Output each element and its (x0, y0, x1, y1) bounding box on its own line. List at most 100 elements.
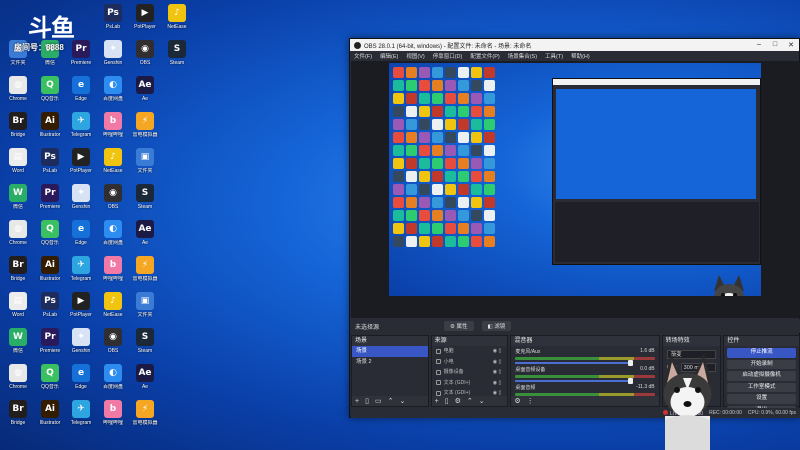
desktop-icon[interactable]: ✦ Genshin (66, 328, 96, 368)
desktop-icon[interactable]: ◐ 百度网盘 (98, 76, 128, 116)
desktop-icon[interactable]: Ai Illustrator (35, 112, 65, 152)
desktop-icon[interactable]: Ps PsLab (98, 4, 128, 44)
volume-slider[interactable] (515, 378, 633, 384)
visibility-lock-icon[interactable]: ◉ ▯ (493, 357, 502, 368)
desktop-icon[interactable]: ♪ NetEase (98, 292, 128, 332)
desktop-icon[interactable]: ◐ 百度网盘 (98, 220, 128, 260)
desktop-icon[interactable]: ⚡ 雷电模拟器 (130, 400, 160, 440)
move-up-icon[interactable]: ⌃ (388, 397, 394, 405)
minimize-icon[interactable]: – (751, 41, 767, 49)
desktop-icon[interactable]: ◍ Chrome (3, 76, 33, 116)
desktop-icon[interactable]: ▣ 文件夹 (130, 148, 160, 188)
visibility-lock-icon[interactable]: ◉ ▯ (493, 378, 502, 389)
desktop-icon[interactable]: S Steam (130, 328, 160, 368)
desktop-icon[interactable]: ✈ Telegram (66, 112, 96, 152)
desktop-icon[interactable]: Br Bridge (3, 256, 33, 296)
gear-icon[interactable]: ⚙ (455, 397, 461, 405)
filters-button[interactable]: ◧ 滤镜 (481, 321, 512, 331)
desktop-icon[interactable]: Ae Ae (130, 220, 160, 260)
maximize-icon[interactable]: □ (767, 41, 783, 49)
desktop-icon[interactable]: ⚡ 雷电模拟器 (130, 112, 160, 152)
desktop-icon[interactable]: e Edge (66, 76, 96, 116)
desktop-icon[interactable]: W 微信 (3, 184, 33, 224)
desktop-icon[interactable]: ✈ Telegram (66, 400, 96, 440)
desktop-icon[interactable]: Ps PsLab (35, 292, 65, 332)
more-icon[interactable]: ⋮ (527, 397, 534, 405)
move-down-icon[interactable]: ⌄ (399, 397, 405, 405)
menu-item[interactable]: 文件(F) (354, 52, 372, 60)
source-item[interactable]: 文本 (GDI+) ◉ ▯ (432, 378, 508, 389)
desktop-icon[interactable]: ◉ OBS (98, 184, 128, 224)
gear-icon[interactable]: ⚙ (514, 397, 520, 405)
desktop-icon[interactable]: ▶ PotPlayer (130, 4, 160, 44)
control-button[interactable]: 停止推流 (727, 348, 797, 358)
add-icon[interactable]: + (435, 398, 439, 405)
visibility-lock-icon[interactable]: ◉ ▯ (493, 346, 502, 357)
desktop-icon[interactable]: Q QQ音乐 (35, 220, 65, 260)
menu-item[interactable]: 编辑(E) (380, 52, 398, 60)
add-icon[interactable]: + (355, 398, 359, 405)
desktop-icon[interactable]: W 微信 (3, 328, 33, 368)
menu-item[interactable]: 帮助(H) (571, 52, 590, 60)
desktop-icon[interactable]: ▶ PotPlayer (66, 292, 96, 332)
desktop-icon[interactable]: b 哔哩哔哩 (98, 400, 128, 440)
desktop-icon[interactable]: Br Bridge (3, 400, 33, 440)
desktop-icon[interactable]: ◍ Chrome (3, 220, 33, 260)
desktop-icon[interactable]: ▤ Word (3, 292, 33, 332)
move-down-icon[interactable]: ⌄ (479, 397, 485, 405)
desktop-icon[interactable]: ✈ Telegram (66, 256, 96, 296)
desktop-icon[interactable]: S Steam (130, 184, 160, 224)
desktop-icon[interactable]: Ai Illustrator (35, 400, 65, 440)
desktop-icon[interactable]: ♪ NetEase (162, 4, 192, 44)
desktop-icon[interactable]: Pr Premiere (35, 328, 65, 368)
desktop-icon[interactable]: Ai Illustrator (35, 256, 65, 296)
desktop-icon[interactable]: ▤ Word (3, 148, 33, 188)
desktop-icon[interactable]: ◐ 百度网盘 (98, 364, 128, 404)
menu-item[interactable]: 视图(V) (406, 52, 424, 60)
desktop-icon[interactable]: ♪ NetEase (98, 148, 128, 188)
scene-item[interactable]: 场景 2 (352, 357, 428, 368)
desktop-icon[interactable]: Ae Ae (130, 364, 160, 404)
title-bar[interactable]: OBS 28.0.1 (64-bit, windows) - 配置文件: 未命名… (350, 39, 799, 51)
delete-icon[interactable]: ▯ (445, 397, 449, 405)
obs-window[interactable]: OBS 28.0.1 (64-bit, windows) - 配置文件: 未命名… (349, 38, 800, 418)
control-button[interactable]: 工作室模式 (727, 382, 797, 392)
desktop-icon[interactable]: e Edge (66, 364, 96, 404)
desktop-icon[interactable]: ▶ PotPlayer (66, 148, 96, 188)
desktop-icon[interactable]: ⚡ 雷电模拟器 (130, 256, 160, 296)
desktop-icon[interactable]: e Edge (66, 220, 96, 260)
desktop-icon[interactable]: Ae Ae (130, 76, 160, 116)
desktop-icon[interactable]: Q QQ音乐 (35, 364, 65, 404)
control-button[interactable]: 启动虚拟摄像机 (727, 371, 797, 381)
scene-item[interactable]: 场景 (352, 346, 428, 357)
desktop-icon[interactable]: Q QQ音乐 (35, 76, 65, 116)
source-item[interactable]: 摄像设备 ◉ ▯ (432, 367, 508, 378)
config-icon[interactable]: ▭ (375, 397, 382, 405)
properties-button[interactable]: ⚙ 属性 (444, 321, 474, 331)
desktop-icon[interactable]: Pr Premiere (35, 184, 65, 224)
desktop-icon[interactable]: ◍ Chrome (3, 364, 33, 404)
desktop-icon[interactable]: Ps PsLab (35, 148, 65, 188)
visibility-lock-icon[interactable]: ◉ ▯ (493, 367, 502, 378)
desktop-icon[interactable]: S Steam (162, 40, 192, 80)
move-up-icon[interactable]: ⌃ (467, 397, 473, 405)
close-icon[interactable]: ✕ (783, 41, 799, 49)
desktop-icon[interactable]: ◉ OBS (98, 328, 128, 368)
delete-icon[interactable]: ▯ (365, 397, 369, 405)
desktop-icon[interactable]: ◉ OBS (130, 40, 160, 80)
desktop-icon[interactable]: ▣ 文件夹 (130, 292, 160, 332)
control-button[interactable]: 开始录制 (727, 359, 797, 369)
source-item[interactable]: 小电 ◉ ▯ (432, 357, 508, 368)
desktop-icon[interactable]: Br Bridge (3, 112, 33, 152)
preview-canvas[interactable] (351, 61, 800, 318)
menu-item[interactable]: 工具(T) (545, 52, 563, 60)
source-item[interactable]: 电脑 ◉ ▯ (432, 346, 508, 357)
desktop-icon[interactable]: b 哔哩哔哩 (98, 112, 128, 152)
menu-item[interactable]: 停靠窗口(D) (433, 52, 463, 60)
desktop-icon[interactable]: ✦ Genshin (66, 184, 96, 224)
control-button[interactable]: 设置 (727, 394, 797, 404)
menu-item[interactable]: 场景集合(S) (508, 52, 537, 60)
menu-item[interactable]: 配置文件(P) (470, 52, 499, 60)
desktop-icon[interactable]: ✦ Genshin (98, 40, 128, 80)
desktop-icon[interactable]: b 哔哩哔哩 (98, 256, 128, 296)
